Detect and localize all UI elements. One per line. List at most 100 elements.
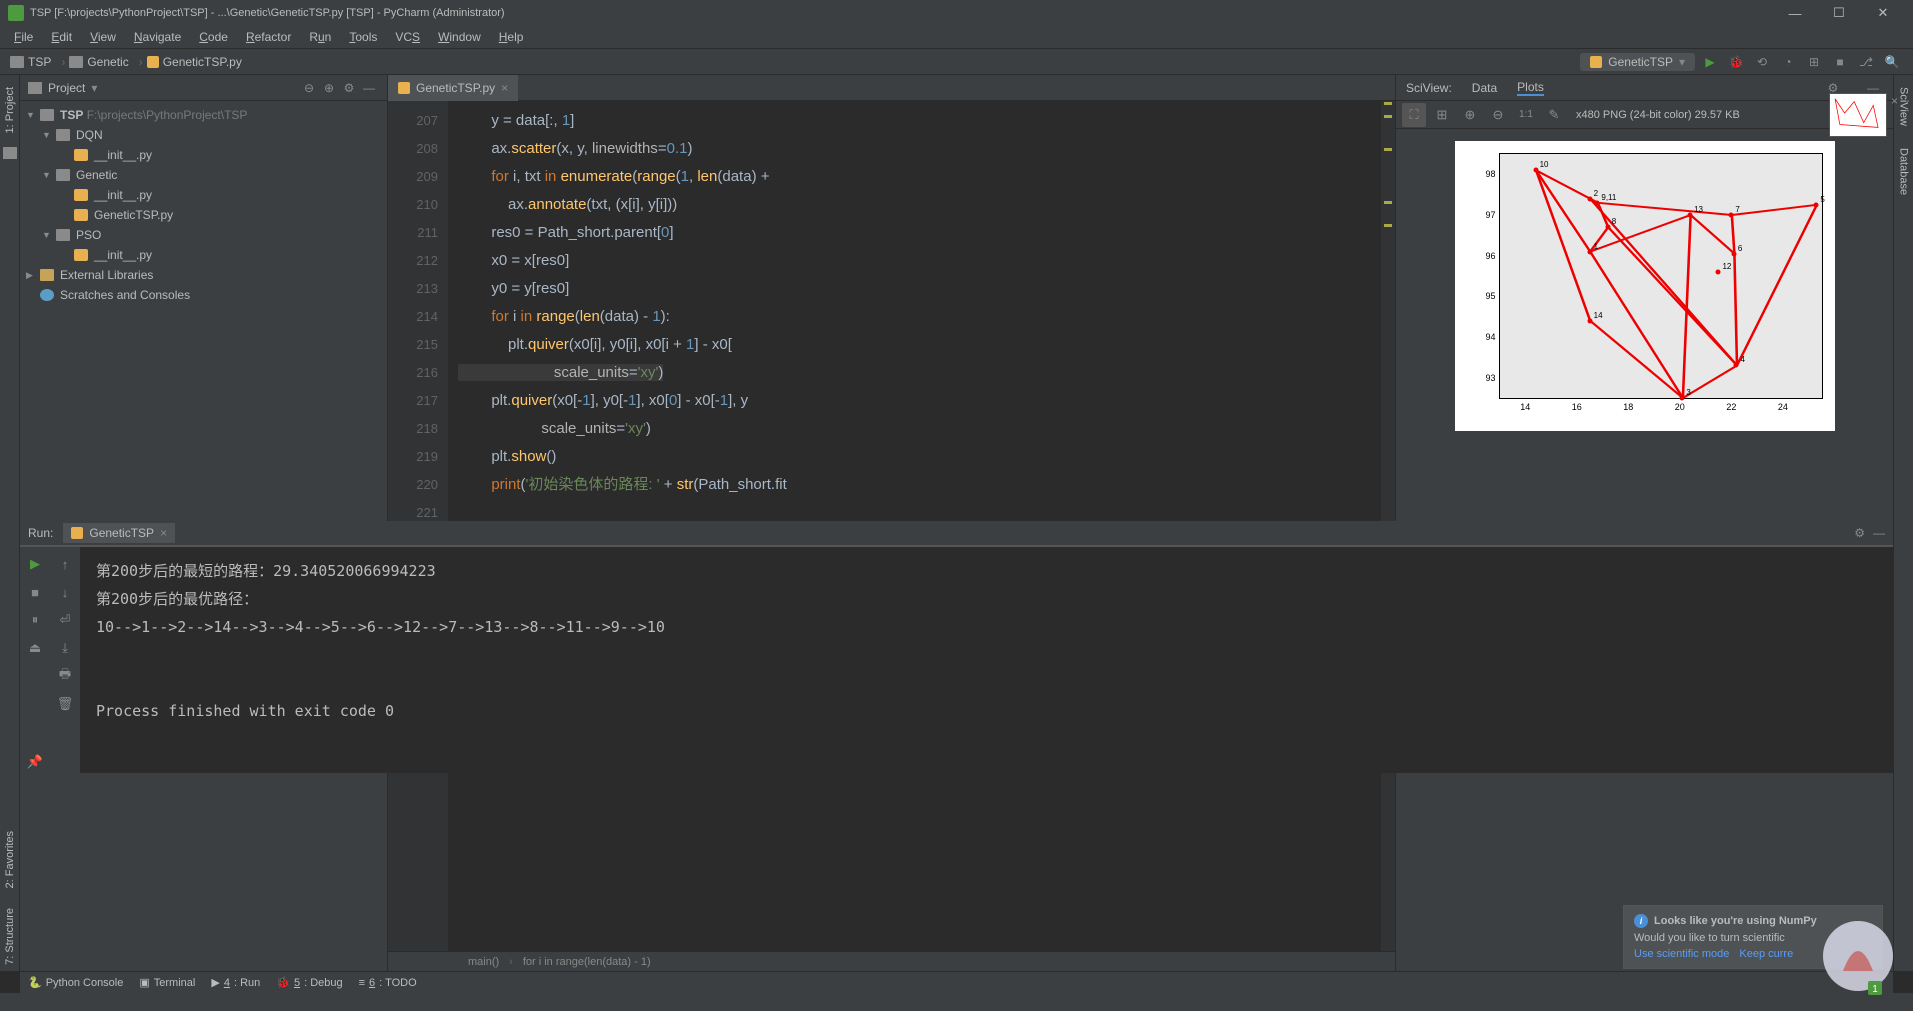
menu-run[interactable]: Run (301, 28, 339, 46)
run-hide-button[interactable]: — (1873, 526, 1885, 540)
pin-button[interactable]: 📌 (24, 751, 46, 773)
menu-tools[interactable]: Tools (341, 28, 385, 46)
menu-code[interactable]: Code (191, 28, 236, 46)
pause-button[interactable]: ⏸ (24, 609, 46, 631)
down-button[interactable]: ↓ (54, 581, 76, 603)
image-meta: x480 PNG (24-bit color) 29.57 KB (1576, 109, 1740, 121)
run-toolbar-right: ↑ ↓ ⏎ ⤓ 🖶 🗑 (50, 547, 80, 773)
run-button[interactable]: ▶ (1699, 51, 1721, 73)
menu-help[interactable]: Help (491, 28, 532, 46)
menubar: File Edit View Navigate Code Refactor Ru… (0, 26, 1913, 48)
tab-terminal[interactable]: ▣ Terminal (139, 976, 195, 989)
tree-pso[interactable]: ▼PSO (20, 225, 387, 245)
run-toolbar-left: ▶ ■ ⏸ ⏏ 📌 (20, 547, 50, 773)
hide-panel-button[interactable]: — (359, 78, 379, 98)
menu-edit[interactable]: Edit (43, 28, 80, 46)
crumb-file[interactable]: GeneticTSP.py (147, 55, 242, 69)
debug-button[interactable]: 🐞 (1725, 51, 1747, 73)
search-button[interactable]: 🔍 (1881, 51, 1903, 73)
close-tab-icon[interactable]: × (501, 81, 508, 95)
tab-todo[interactable]: ≡ 6: TODO (359, 977, 417, 989)
thumb-close-icon[interactable]: × (1891, 94, 1898, 108)
app-icon (8, 5, 24, 21)
notif-link-scientific[interactable]: Use scientific mode (1634, 948, 1729, 960)
grid-button[interactable]: ⊞ (1430, 103, 1454, 127)
tree-dqn[interactable]: ▼DQN (20, 125, 387, 145)
plot-thumbnail[interactable]: × (1829, 93, 1887, 137)
maximize-button[interactable]: ☐ (1817, 0, 1861, 26)
color-picker-button[interactable]: ✎ (1542, 103, 1566, 127)
tree-genetic-init[interactable]: __init__.py (20, 185, 387, 205)
sciview-label: SciView: (1406, 81, 1452, 95)
editor-tab-genetictsp[interactable]: GeneticTSP.py× (388, 75, 518, 101)
crumb-root[interactable]: TSP (10, 55, 51, 69)
clear-button[interactable]: 🗑 (54, 693, 76, 715)
rail-favorites[interactable]: 2: Favorites (2, 825, 18, 894)
tree-scratches[interactable]: Scratches and Consoles (20, 285, 387, 305)
tree-genetic-file[interactable]: GeneticTSP.py (20, 205, 387, 225)
menu-navigate[interactable]: Navigate (126, 28, 189, 46)
find-button[interactable]: ⊕ (319, 78, 339, 98)
zoom-out-button[interactable]: ⊖ (1486, 103, 1510, 127)
tree-dqn-init[interactable]: __init__.py (20, 145, 387, 165)
concurrency-button[interactable]: ⊞ (1803, 51, 1825, 73)
tab-python-console[interactable]: 🐍 Python Console (28, 976, 123, 989)
chart[interactable]: 939495969798141618202224101142356789,111… (1455, 141, 1835, 431)
tree-root[interactable]: ▼TSP F:\projects\PythonProject\TSP (20, 105, 387, 125)
window-title: TSP [F:\projects\PythonProject\TSP] - ..… (30, 7, 505, 19)
tab-debug[interactable]: 🐞 5: Debug (276, 976, 342, 989)
collapse-all-button[interactable]: ⊖ (299, 78, 319, 98)
crumb-genetic[interactable]: Genetic (69, 55, 128, 69)
rail-project[interactable]: 1: Project (2, 81, 18, 139)
info-icon: i (1634, 914, 1648, 928)
ratio-button[interactable]: 1:1 (1514, 103, 1538, 127)
profile-button[interactable]: ◔ (1777, 51, 1799, 73)
up-button[interactable]: ↑ (54, 553, 76, 575)
notif-title: Looks like you're using NumPy (1654, 915, 1817, 927)
rail-structure[interactable]: 7: Structure (2, 902, 18, 971)
run-output[interactable]: 第200步后的最短的路程：29.340520066994223 第200步后的最… (80, 547, 1893, 773)
scroll-end-button[interactable]: ⤓ (54, 637, 76, 659)
menu-file[interactable]: File (6, 28, 41, 46)
run-tab-close-icon[interactable]: × (160, 526, 167, 540)
close-button[interactable]: ✕ (1861, 0, 1905, 26)
crumb-for[interactable]: for i in range(len(data) - 1) (523, 956, 651, 968)
run-label: Run: (28, 526, 53, 540)
status-bar (0, 993, 1913, 1011)
right-tool-rail: SciView Database (1893, 75, 1913, 971)
run-configuration-selector[interactable]: GeneticTSP▾ (1580, 53, 1695, 71)
crumb-main[interactable]: main() (468, 956, 499, 968)
tree-pso-init[interactable]: __init__.py (20, 245, 387, 265)
soft-wrap-button[interactable]: ⏎ (54, 609, 76, 631)
stop-button[interactable]: ■ (24, 581, 46, 603)
editor-tabs: GeneticTSP.py× (388, 75, 1395, 101)
stop-button[interactable]: ■ (1829, 51, 1851, 73)
rerun-button[interactable]: ▶ (24, 553, 46, 575)
run-settings-icon[interactable]: ⚙ (1854, 526, 1865, 540)
menu-vcs[interactable]: VCS (387, 28, 428, 46)
tree-genetic[interactable]: ▼Genetic (20, 165, 387, 185)
settings-icon[interactable]: ⚙ (339, 78, 359, 98)
svg-text:1: 1 (1872, 984, 1878, 995)
sciview-tab-data[interactable]: Data (1472, 81, 1497, 95)
menu-refactor[interactable]: Refactor (238, 28, 299, 46)
tree-ext-libs[interactable]: ▶External Libraries (20, 265, 387, 285)
vcs-button[interactable]: ⎇ (1855, 51, 1877, 73)
rail-database[interactable]: Database (1896, 142, 1912, 201)
tab-run[interactable]: ▶ 4: Run (211, 976, 260, 989)
notif-link-keep[interactable]: Keep curre (1739, 948, 1793, 960)
files-icon[interactable] (3, 147, 17, 159)
print-button[interactable]: 🖶 (54, 665, 76, 687)
minimize-button[interactable]: — (1773, 0, 1817, 26)
zoom-in-button[interactable]: ⊕ (1458, 103, 1482, 127)
run-tab[interactable]: GeneticTSP× (63, 523, 175, 543)
sciview-tab-plots[interactable]: Plots (1517, 80, 1544, 96)
menu-view[interactable]: View (82, 28, 124, 46)
menu-window[interactable]: Window (430, 28, 489, 46)
fit-button[interactable]: ⛶ (1402, 103, 1426, 127)
editor-breadcrumb: main() › for i in range(len(data) - 1) (388, 951, 1395, 971)
coverage-button[interactable]: ⟲ (1751, 51, 1773, 73)
exit-button[interactable]: ⏏ (24, 637, 46, 659)
left-tool-rail: 1: Project 2: Favorites 7: Structure (0, 75, 20, 971)
run-panel-header: Run: GeneticTSP× ⚙ — (20, 521, 1893, 545)
